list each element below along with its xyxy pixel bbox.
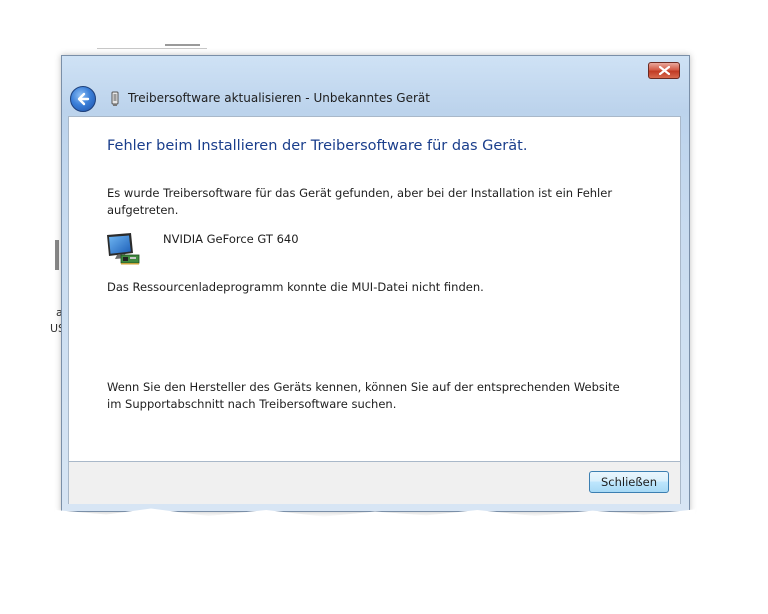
background-line [97,48,207,49]
background-line [165,44,200,46]
page-title: Fehler beim Installieren der Treibersoft… [107,138,528,154]
intro-text: Es wurde Treibersoftware für das Gerät g… [107,186,613,217]
device-icon [111,91,119,106]
dialog-footer: Schließen [68,462,681,504]
dialog-content: Fehler beim Installieren der Treibersoft… [68,116,681,462]
window-title: Treibersoftware aktualisieren - Unbekann… [128,91,430,105]
help-text: Wenn Sie den Hersteller des Geräts kenne… [107,380,620,411]
close-icon [659,66,670,75]
device-name: NVIDIA GeForce GT 640 [163,232,299,246]
close-dialog-button[interactable]: Schließen [589,471,669,493]
driver-update-dialog: Treibersoftware aktualisieren - Unbekann… [61,55,690,512]
error-message: Das Ressourcenladeprogramm konnte die MU… [107,280,484,294]
display-adapter-icon [107,233,140,265]
back-arrow-icon [77,92,90,106]
window-close-button[interactable] [648,62,680,79]
background-fragment [55,240,59,270]
back-button[interactable] [70,86,96,112]
